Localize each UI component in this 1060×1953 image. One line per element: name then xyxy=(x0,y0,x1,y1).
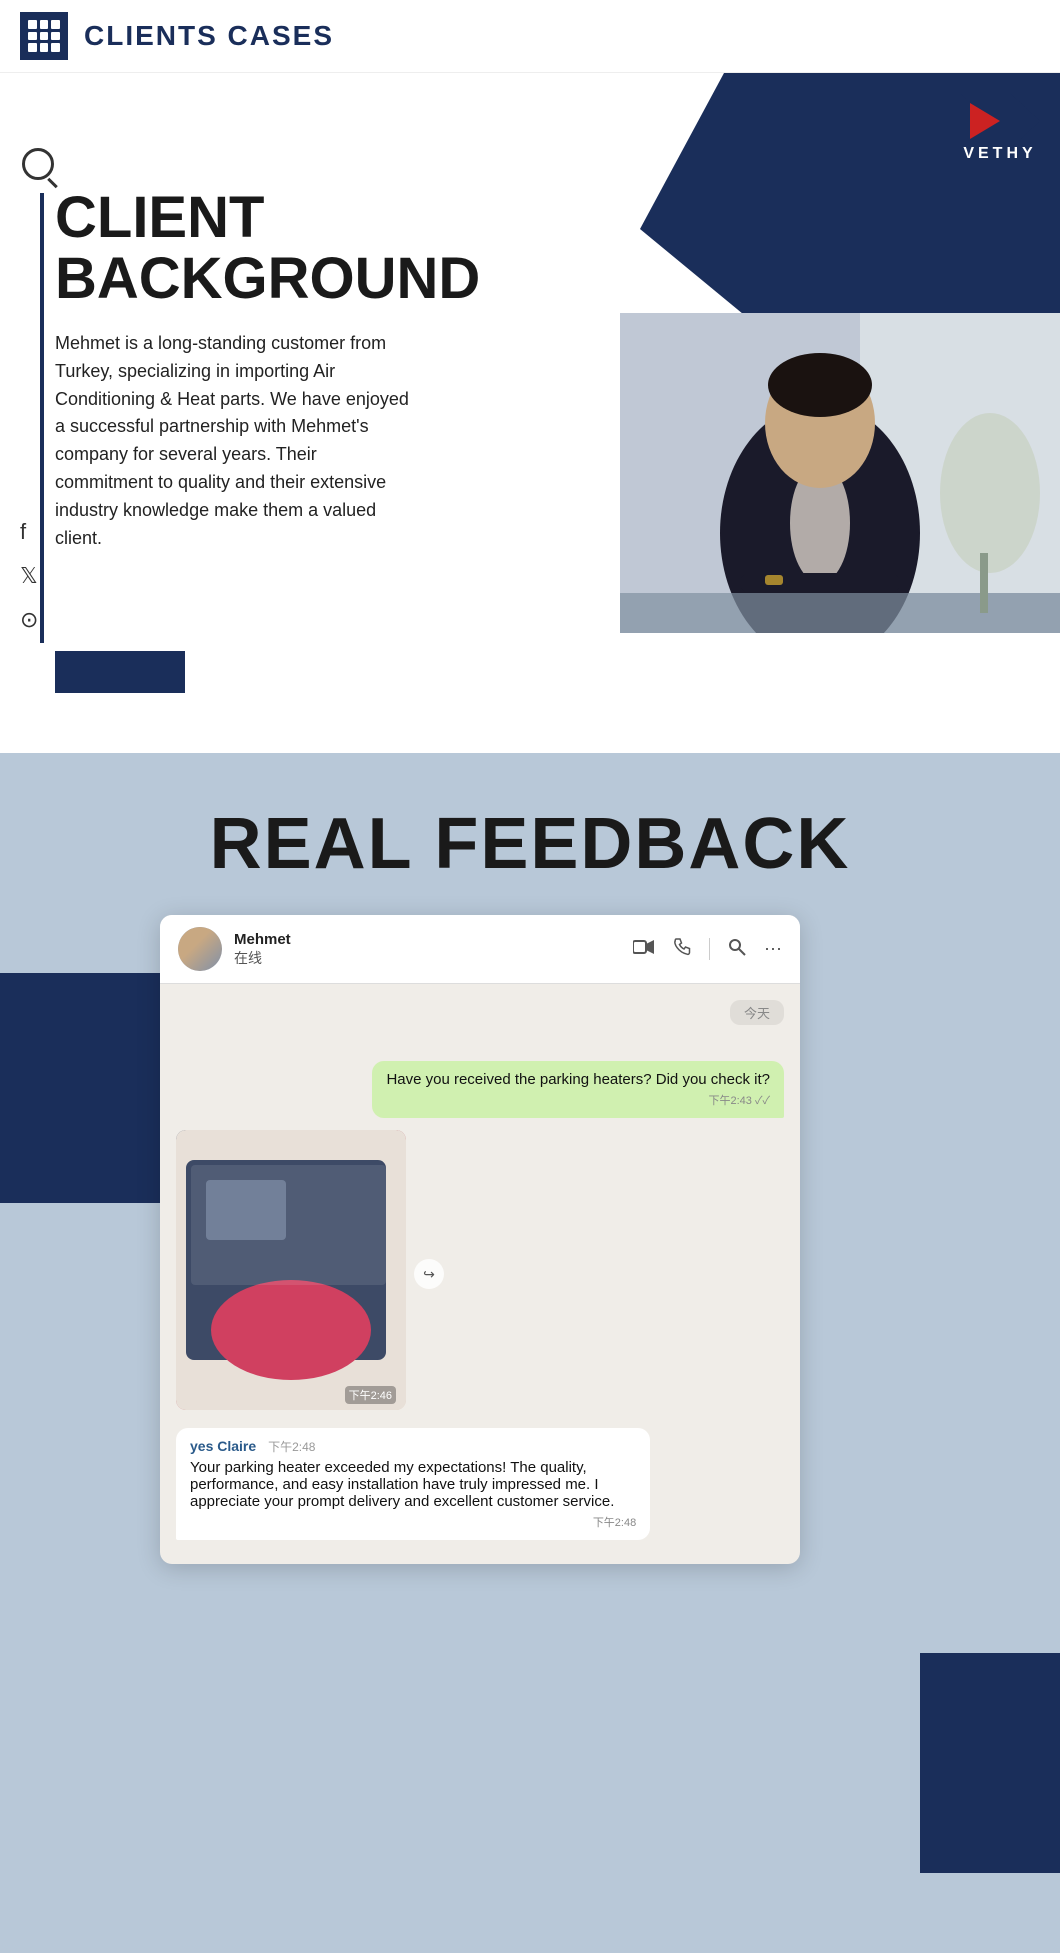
product-image xyxy=(176,1130,406,1410)
image-bubble: 下午2:46 xyxy=(176,1130,406,1410)
header: CLIENTS CASES xyxy=(0,0,1060,73)
photo-placeholder xyxy=(620,313,1060,633)
sent-message-time: 下午2:43 ✓✓ xyxy=(386,1092,770,1108)
decorative-rect-right xyxy=(920,1653,1060,1873)
chat-username: Mehmet xyxy=(234,931,291,948)
chat-action-icons: ⋯ xyxy=(633,938,782,961)
avatar-image xyxy=(178,927,222,971)
received-sender-time: 下午2:48 xyxy=(268,1440,315,1454)
vethy-logo-icon xyxy=(960,93,1040,149)
real-feedback-title: REAL FEEDBACK xyxy=(0,753,1060,915)
vethy-text: VETHY xyxy=(963,145,1036,163)
image-message-row: 下午2:46 ↪ xyxy=(176,1130,784,1418)
chat-header-divider xyxy=(709,938,710,960)
twitter-icon[interactable]: 𝕏 xyxy=(20,563,38,589)
vethy-logo: VETHY xyxy=(960,93,1040,163)
sent-message: Have you received the parking heaters? D… xyxy=(176,1061,784,1118)
social-icons: f 𝕏 ⊙ xyxy=(20,519,38,633)
chat-window: Mehmet 在线 ⋯ xyxy=(160,915,800,1564)
phone-call-icon[interactable] xyxy=(673,938,691,961)
search-icon[interactable] xyxy=(22,148,54,180)
image-message: 下午2:46 xyxy=(176,1130,406,1410)
grid-icon xyxy=(20,12,68,60)
facebook-icon[interactable]: f xyxy=(20,519,38,545)
video-call-icon[interactable] xyxy=(633,939,655,960)
sent-message-text: Have you received the parking heaters? D… xyxy=(386,1071,770,1088)
client-photo xyxy=(620,313,1060,633)
chat-avatar xyxy=(178,927,222,971)
left-accent-line xyxy=(40,193,44,643)
search-area[interactable] xyxy=(22,148,54,185)
received-sender: yes Claire 下午2:48 xyxy=(190,1438,636,1455)
image-message-time: 下午2:46 xyxy=(345,1386,396,1404)
chat-search-icon[interactable] xyxy=(728,938,746,961)
sent-bubble: Have you received the parking heaters? D… xyxy=(372,1061,784,1118)
real-feedback-section: REAL FEEDBACK Mehmet 在线 xyxy=(0,753,1060,1953)
chat-status: 在线 xyxy=(234,948,291,968)
chat-body: 今天 Have you received the parking heaters… xyxy=(160,984,800,1564)
chat-user-info: Mehmet 在线 xyxy=(234,931,291,968)
chat-header: Mehmet 在线 ⋯ xyxy=(160,915,800,984)
person-illustration xyxy=(620,313,1060,633)
received-message-text: Your parking heater exceeded my expectat… xyxy=(190,1459,614,1510)
cta-button[interactable] xyxy=(55,651,185,693)
client-background-section: VETHY CLIENT BACKGROUND Mehmet is a long… xyxy=(0,73,1060,753)
client-background-title: CLIENT BACKGROUND xyxy=(55,188,415,310)
client-background-content: CLIENT BACKGROUND Mehmet is a long-stand… xyxy=(55,188,415,553)
chat-more-icon[interactable]: ⋯ xyxy=(764,939,782,960)
received-message-time: 下午2:48 xyxy=(190,1514,636,1530)
instagram-icon[interactable]: ⊙ xyxy=(20,607,38,633)
client-background-description: Mehmet is a long-standing customer from … xyxy=(55,330,415,553)
received-bubble: yes Claire 下午2:48 Your parking heater ex… xyxy=(176,1428,650,1540)
header-title: CLIENTS CASES xyxy=(84,20,334,52)
forward-icon[interactable]: ↪ xyxy=(414,1259,444,1289)
chat-date-label: 今天 xyxy=(730,1000,784,1025)
received-message: yes Claire 下午2:48 Your parking heater ex… xyxy=(176,1428,784,1540)
